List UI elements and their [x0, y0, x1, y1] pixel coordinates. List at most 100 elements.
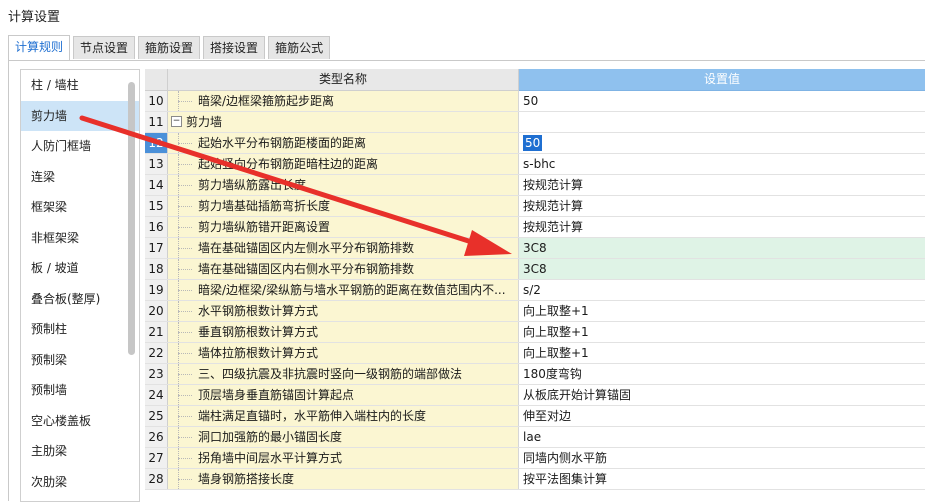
component-list: 柱 / 墙柱 剪力墙 人防门框墙 连梁 框架梁 非框架梁 板 / 坡道 叠合板(… [20, 69, 140, 502]
sidebar-item-precast-column[interactable]: 预制柱 [21, 314, 139, 345]
sidebar-item-shear-wall[interactable]: 剪力墙 [21, 100, 139, 131]
tab-bar: 计算规则 节点设置 箍筋设置 搭接设置 箍筋公式 [8, 35, 333, 60]
sidebar-item-secondary-rib-beam[interactable]: 次肋梁 [21, 467, 139, 498]
row-name-cell: − 剪力墙 [168, 112, 519, 132]
table-row[interactable]: 24 顶层墙身垂直筋锚固计算起点 从板底开始计算锚固 [145, 385, 925, 406]
sidebar-item-composite-slab[interactable]: 叠合板(整厚) [21, 284, 139, 315]
row-number: 15 [145, 196, 168, 216]
table-row[interactable]: 14 剪力墙纵筋露出长度 按规范计算 [145, 175, 925, 196]
row-value[interactable]: 向上取整+1 [519, 343, 925, 363]
table-row[interactable]: 26 洞口加强筋的最小锚固长度 lae [145, 427, 925, 448]
sidebar-item-main-rib-beam[interactable]: 主肋梁 [21, 436, 139, 467]
row-name-cell: 水平钢筋根数计算方式 [168, 301, 519, 321]
tab-stirrup-formula[interactable]: 箍筋公式 [268, 36, 331, 59]
row-value[interactable]: s-bhc [519, 154, 925, 174]
row-name: 拐角墙中间层水平计算方式 [198, 451, 343, 465]
sidebar-item-frame-beam[interactable]: 框架梁 [21, 192, 139, 223]
row-name-cell: 洞口加强筋的最小锚固长度 [168, 427, 519, 447]
value-edit-input[interactable]: 50 [523, 135, 543, 151]
sidebar-item-column[interactable]: 柱 / 墙柱 [21, 70, 139, 101]
row-name-cell: 剪力墙基础插筋弯折长度 [168, 196, 519, 216]
row-value[interactable]: lae [519, 427, 925, 447]
table-row[interactable]: 19 暗梁/边框梁/梁纵筋与墙水平钢筋的距离在数值范围内不... s/2 [145, 280, 925, 301]
row-value[interactable]: 按规范计算 [519, 217, 925, 237]
table-row[interactable]: 13 起始竖向分布钢筋距暗柱边的距离 s-bhc [145, 154, 925, 175]
row-value[interactable]: 180度弯钩 [519, 364, 925, 384]
row-number: 21 [145, 322, 168, 342]
table-row[interactable]: 16 剪力墙纵筋错开距离设置 按规范计算 [145, 217, 925, 238]
row-name: 墙在基础锚固区内右侧水平分布钢筋排数 [198, 262, 415, 276]
window-title: 计算设置 [8, 10, 61, 25]
row-name-cell: 墙在基础锚固区内右侧水平分布钢筋排数 [168, 259, 519, 279]
row-number: 10 [145, 91, 168, 111]
collapse-icon[interactable]: − [171, 116, 182, 127]
table-row-selected[interactable]: 12 起始水平分布钢筋距楼面的距离 50 [145, 133, 925, 154]
row-number: 28 [145, 469, 168, 489]
row-name: 洞口加强筋的最小锚固长度 [198, 430, 343, 444]
row-value[interactable]: 同墙内侧水平筋 [519, 448, 925, 468]
table-row[interactable]: 23 三、四级抗震及非抗震时竖向一级钢筋的端部做法 180度弯钩 [145, 364, 925, 385]
tab-node-settings[interactable]: 节点设置 [73, 36, 136, 59]
row-name: 剪力墙 [186, 115, 223, 129]
sidebar-item-civil-defense-wall[interactable]: 人防门框墙 [21, 131, 139, 162]
sidebar-item-hollow-slab[interactable]: 空心楼盖板 [21, 406, 139, 437]
grid-rows: 10 暗梁/边框梁箍筋起步距离 50 11 − 剪力墙 12 起始水平分布钢筋距楼… [145, 91, 925, 490]
row-number-header [145, 69, 168, 91]
row-name: 剪力墙纵筋错开距离设置 [198, 220, 331, 234]
row-value[interactable]: 向上取整+1 [519, 301, 925, 321]
table-row-highlighted[interactable]: 17 墙在基础锚固区内左侧水平分布钢筋排数 3C8 [145, 238, 925, 259]
row-number: 12 [145, 133, 168, 153]
row-value[interactable]: 按平法图集计算 [519, 469, 925, 489]
row-number: 26 [145, 427, 168, 447]
row-name-cell: 三、四级抗震及非抗震时竖向一级钢筋的端部做法 [168, 364, 519, 384]
row-number: 27 [145, 448, 168, 468]
sidebar-item-precast-wall[interactable]: 预制墙 [21, 375, 139, 406]
row-name: 三、四级抗震及非抗震时竖向一级钢筋的端部做法 [198, 367, 463, 381]
row-name-cell: 拐角墙中间层水平计算方式 [168, 448, 519, 468]
row-value[interactable]: 伸至对边 [519, 406, 925, 426]
table-row[interactable]: 22 墙体拉筋根数计算方式 向上取整+1 [145, 343, 925, 364]
table-row[interactable]: 27 拐角墙中间层水平计算方式 同墙内侧水平筋 [145, 448, 925, 469]
row-number: 24 [145, 385, 168, 405]
row-value [519, 112, 925, 132]
sidebar-item-precast-beam[interactable]: 预制梁 [21, 345, 139, 376]
tab-stirrup-settings[interactable]: 箍筋设置 [138, 36, 201, 59]
row-value[interactable]: 按规范计算 [519, 175, 925, 195]
column-header-value[interactable]: 设置值 [519, 69, 925, 91]
row-name-cell: 起始竖向分布钢筋距暗柱边的距离 [168, 154, 519, 174]
sidebar-item-slab-ramp[interactable]: 板 / 坡道 [21, 253, 139, 284]
row-name: 端柱满足直锚时，水平筋伸入端柱内的长度 [198, 409, 427, 423]
row-number: 14 [145, 175, 168, 195]
sidebar-scrollbar[interactable] [128, 82, 135, 355]
column-header-name[interactable]: 类型名称 [168, 69, 519, 91]
row-value[interactable]: s/2 [519, 280, 925, 300]
row-name: 剪力墙基础插筋弯折长度 [198, 199, 331, 213]
table-row[interactable]: 21 垂直钢筋根数计算方式 向上取整+1 [145, 322, 925, 343]
row-value-editor[interactable]: 50 [519, 133, 925, 153]
row-name-cell: 剪力墙纵筋错开距离设置 [168, 217, 519, 237]
table-row[interactable]: 25 端柱满足直锚时，水平筋伸入端柱内的长度 伸至对边 [145, 406, 925, 427]
table-row[interactable]: 15 剪力墙基础插筋弯折长度 按规范计算 [145, 196, 925, 217]
row-value[interactable]: 从板底开始计算锚固 [519, 385, 925, 405]
tab-calc-rules[interactable]: 计算规则 [8, 35, 71, 60]
row-value[interactable]: 3C8 [519, 259, 925, 279]
table-row-highlighted[interactable]: 18 墙在基础锚固区内右侧水平分布钢筋排数 3C8 [145, 259, 925, 280]
sidebar-item-non-frame-beam[interactable]: 非框架梁 [21, 223, 139, 254]
table-row[interactable]: 10 暗梁/边框梁箍筋起步距离 50 [145, 91, 925, 112]
row-value[interactable]: 按规范计算 [519, 196, 925, 216]
table-row[interactable]: 28 墙身钢筋搭接长度 按平法图集计算 [145, 469, 925, 490]
row-name-cell: 墙身钢筋搭接长度 [168, 469, 519, 489]
row-value[interactable]: 50 [519, 91, 925, 111]
row-name: 墙身钢筋搭接长度 [198, 472, 295, 486]
sidebar-item-coupling-beam[interactable]: 连梁 [21, 162, 139, 193]
table-row[interactable]: 20 水平钢筋根数计算方式 向上取整+1 [145, 301, 925, 322]
row-name-cell: 墙体拉筋根数计算方式 [168, 343, 519, 363]
row-value[interactable]: 向上取整+1 [519, 322, 925, 342]
row-number: 19 [145, 280, 168, 300]
row-number: 25 [145, 406, 168, 426]
tab-lap-settings[interactable]: 搭接设置 [203, 36, 266, 59]
row-value[interactable]: 3C8 [519, 238, 925, 258]
row-number: 22 [145, 343, 168, 363]
row-name: 顶层墙身垂直筋锚固计算起点 [198, 388, 355, 402]
table-row-group[interactable]: 11 − 剪力墙 [145, 112, 925, 133]
